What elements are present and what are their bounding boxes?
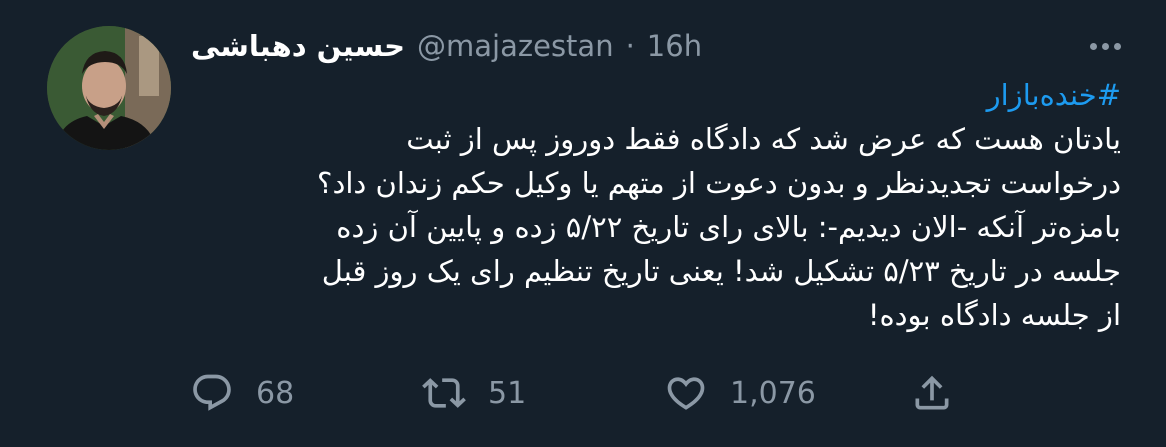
author-handle[interactable]: @majazestan bbox=[417, 29, 614, 63]
more-options-button[interactable] bbox=[1084, 30, 1126, 62]
tweet-text: #خنده‌بازار یادتان هست که عرض شد که دادگ… bbox=[191, 73, 1121, 337]
more-dot bbox=[1089, 42, 1097, 50]
reply-count: 68 bbox=[256, 375, 295, 411]
more-dot bbox=[1101, 42, 1109, 50]
tweet-actions: 68 51 1,076 bbox=[190, 365, 954, 421]
retweet-icon bbox=[422, 378, 466, 408]
like-count: 1,076 bbox=[730, 375, 816, 411]
tweet-text-line: بامزه‌تر آنکه -الان دیدیم-: بالای رای تا… bbox=[336, 210, 1121, 244]
more-dot bbox=[1113, 42, 1121, 50]
share-button[interactable] bbox=[910, 371, 954, 415]
heart-icon bbox=[667, 377, 705, 410]
separator-dot: · bbox=[625, 29, 635, 63]
avatar[interactable] bbox=[47, 26, 171, 150]
reply-button[interactable]: 68 bbox=[190, 371, 422, 415]
tweet-text-line: درخواست تجدیدنظر و بدون دعوت از متهم یا … bbox=[317, 166, 1121, 200]
avatar-image bbox=[47, 26, 171, 150]
retweet-button[interactable]: 51 bbox=[422, 371, 664, 415]
timestamp[interactable]: 16h bbox=[647, 29, 702, 63]
hashtag-link[interactable]: #خنده‌بازار bbox=[191, 73, 1121, 117]
tweet-text-line: یادتان هست که عرض شد که دادگاه فقط دوروز… bbox=[406, 122, 1121, 156]
tweet-text-line: جلسه در تاریخ ۵/۲۳ تشکیل شد! یعنی تاریخ … bbox=[321, 254, 1121, 288]
author-name[interactable]: حسین دهباشی bbox=[191, 29, 405, 63]
tweet-header: حسین دهباشی @majazestan · 16h bbox=[191, 22, 702, 70]
share-upload-icon bbox=[915, 375, 949, 410]
like-button[interactable]: 1,076 bbox=[664, 371, 910, 415]
retweet-count: 51 bbox=[488, 375, 527, 411]
tweet-text-line: از جلسه دادگاه بوده! bbox=[867, 298, 1121, 332]
tweet: حسین دهباشی @majazestan · 16h #خنده‌بازا… bbox=[0, 0, 1166, 447]
reply-bubble-icon bbox=[193, 374, 231, 411]
